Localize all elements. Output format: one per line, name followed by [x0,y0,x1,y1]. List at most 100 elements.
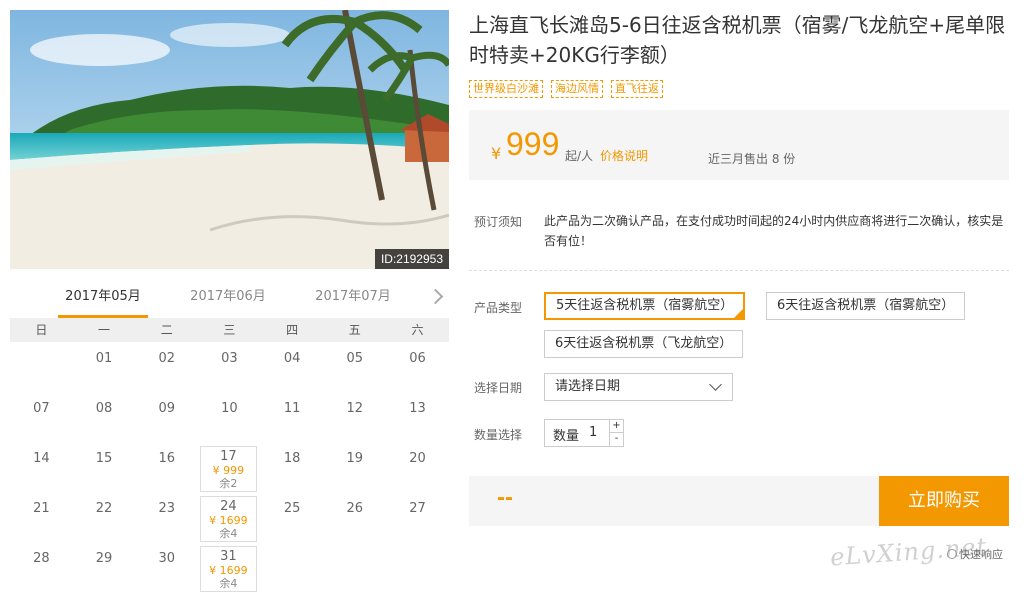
chevron-right-icon[interactable] [429,286,443,308]
day-number: 24 [220,499,237,514]
product-title: 上海直飞长滩岛5-6日往返含税机票（宿雾/飞龙航空+尾单限时特卖+20KG行李额… [469,13,1006,67]
day-number: 31 [220,549,237,564]
day-price-box[interactable]: 24 ¥ 1699 余4 [200,496,257,542]
quantity-stepper: 数量 1 + - [544,419,624,447]
calendar-day: 27 [386,492,449,542]
weekday-label: 三 [223,323,236,337]
calendar-day: 14 [10,442,73,492]
option-5day-cebu[interactable]: 5天往返含税机票（宿雾航空） [544,292,746,320]
calendar-day: 25 [261,492,324,542]
calendar-day: 22 [73,492,136,542]
product-tags: 世界级白沙滩 海边风情 直飞往返 [469,80,663,98]
date-label: 选择日期 [474,381,523,395]
day-price-box[interactable]: 17 ¥ 999 余2 [200,446,257,492]
calendar-day: 21 [10,492,73,542]
quick-response: 快速响应 [947,546,1003,562]
calendar-day: 07 [10,392,73,442]
day-number: 21 [33,501,50,516]
day-number: 07 [33,401,50,416]
day-number: 23 [158,501,175,516]
calendar-day: 12 [323,392,386,442]
calendar-day: 26 [323,492,386,542]
calendar-day: 18 [261,442,324,492]
quantity-minus-button[interactable]: - [609,433,623,446]
calendar-day: 03 [198,342,261,392]
quantity-plus-button[interactable]: + [609,420,623,433]
calendar-day: 23 [135,492,198,542]
day-price: ¥ 1699 [209,514,248,527]
divider [469,270,1009,271]
option-6day-feilong[interactable]: 6天往返含税机票（飞龙航空） [544,330,744,358]
day-number: 10 [221,401,238,416]
day-number: 13 [409,401,426,416]
calendar-day-available[interactable]: 24 ¥ 1699 余4 [198,492,261,542]
day-number: 05 [346,351,364,366]
quantity-value[interactable]: 1 [589,425,597,440]
day-stock: 余2 [219,477,238,490]
calendar-day: 09 [135,392,198,442]
currency-symbol: ¥ [491,144,502,163]
date-select-value: 请选择日期 [555,379,621,394]
day-price: ¥ 999 [212,464,245,477]
calendar-day: 04 [261,342,324,392]
tab-month-june[interactable]: 2017年06月 [183,282,273,318]
purchase-bar: -- 立即购买 [469,476,1009,526]
day-number: 29 [95,551,113,566]
price-note-link[interactable]: 价格说明 [600,147,648,164]
sold-count: 近三月售出 8 份 [708,152,796,166]
calendar-day: 15 [73,442,136,492]
day-price: ¥ 1699 [209,564,248,577]
calendar-day: 16 [135,442,198,492]
calendar-day: 02 [135,342,198,392]
day-number: 06 [409,351,426,366]
day-number: 25 [283,501,301,516]
day-number: 18 [283,451,301,466]
tab-month-july[interactable]: 2017年07月 [308,282,398,318]
weekday-label: 日 [35,323,48,337]
beach-photo-illustration [10,10,449,269]
calendar-day: 19 [323,442,386,492]
day-number: 16 [158,451,175,466]
tab-month-may[interactable]: 2017年05月 [58,282,148,318]
calendar-day: 28 [10,542,73,592]
calendar-day: 01 [73,342,136,392]
calendar-day [261,542,324,592]
calendar-day [10,342,73,392]
day-number: 04 [283,351,301,366]
buy-now-button[interactable]: 立即购买 [879,476,1009,526]
calendar-month-tabs: 2017年05月 2017年06月 2017年07月 [10,282,449,318]
price-panel: ¥ 999 起/人 价格说明 近三月售出 8 份 [469,110,1009,180]
calendar-weekday-header: 日 一 二 三 四 五 六 [10,318,449,342]
price-value: 999 [506,126,560,162]
calendar-days: 01 02 03 04 05 06 07 08 09 10 11 12 13 14 15 16 17 ¥ 999 余… [10,342,449,592]
date-select[interactable]: 请选择日期 [544,373,733,401]
photo-id-badge: ID:2192953 [374,249,449,269]
day-number: 15 [95,451,113,466]
day-number: 19 [346,451,364,466]
day-number: 20 [409,451,426,466]
notice-text: 此产品为二次确认产品，在支付成功时间起的24小时内供应商将进行二次确认，核实是否… [544,214,1004,248]
calendar-day-available[interactable]: 17 ¥ 999 余2 [198,442,261,492]
calendar: 日 一 二 三 四 五 六 01 02 03 04 05 06 07 08 09 10 11 12 13… [10,318,449,592]
day-number: 22 [95,501,113,516]
option-6day-cebu[interactable]: 6天往返含税机票（宿雾航空） [766,292,966,320]
calendar-day: 05 [323,342,386,392]
calendar-day: 08 [73,392,136,442]
weekday-label: 二 [160,323,173,337]
day-price-box[interactable]: 31 ¥ 1699 余4 [200,546,257,592]
day-number: 27 [409,501,426,516]
price-unit: 起/人 [565,149,594,163]
day-stock: 余4 [219,527,238,540]
tag-white-beach: 世界级白沙滩 [469,80,543,98]
calendar-day: 10 [198,392,261,442]
day-number: 11 [283,401,301,416]
day-number: 30 [158,551,175,566]
quick-response-label: 快速响应 [959,548,1003,561]
calendar-day: 30 [135,542,198,592]
day-number: 17 [220,449,237,464]
day-number: 12 [346,401,364,416]
quantity-label: 数量选择 [474,428,523,442]
weekday-label: 一 [98,323,111,337]
calendar-day-available[interactable]: 31 ¥ 1699 余4 [198,542,261,592]
tag-seaside: 海边风情 [551,80,603,98]
